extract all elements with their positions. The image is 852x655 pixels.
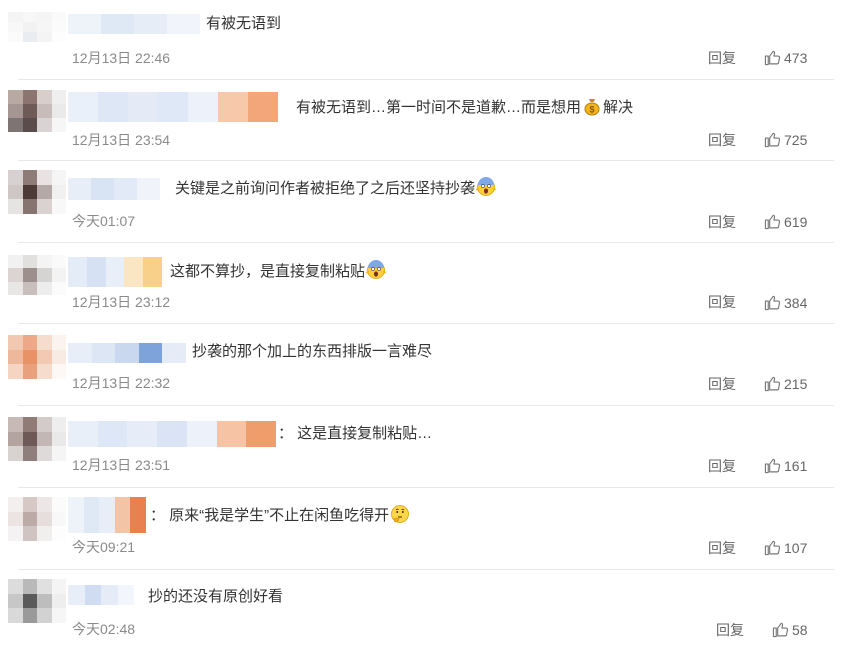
reply-button[interactable]: 回复	[708, 538, 736, 558]
like-button[interactable]: 58	[772, 621, 808, 638]
comment-item: 有被无语到…第一时间不是道歉…而是想用 $ 解决 12月13日 23:54 回复 7…	[0, 82, 852, 164]
divider	[18, 323, 834, 324]
reply-button[interactable]: 回复	[708, 456, 736, 476]
comment-text: 关键是之前询问作者被拒绝了之后还坚持抄袭	[175, 177, 497, 200]
comment-item: 抄的还没有原创好看 今天02:48 回复 58	[0, 573, 852, 655]
comment-item: 有被无语到 12月13日 22:46 回复 473	[0, 0, 852, 82]
comment-text: 这都不算抄，是直接复制粘贴	[170, 260, 387, 283]
like-button[interactable]: 725	[764, 131, 807, 148]
comment-text: 有被无语到	[206, 15, 282, 32]
like-button[interactable]: 619	[764, 213, 807, 230]
thumbs-up-icon	[772, 622, 789, 638]
username-blurred[interactable]	[68, 178, 160, 200]
thinking-face-icon	[391, 505, 410, 523]
avatar[interactable]	[8, 335, 66, 379]
like-button[interactable]: 107	[764, 539, 807, 556]
avatar[interactable]	[8, 90, 66, 132]
divider	[18, 160, 834, 161]
divider	[18, 405, 834, 406]
like-count: 161	[784, 457, 808, 474]
comment-time: 12月13日 23:54	[72, 132, 171, 148]
comment-text: 有被无语到…第一时间不是道歉…而是想用 $ 解决	[296, 96, 633, 119]
like-button[interactable]: 161	[764, 457, 807, 474]
username-blurred[interactable]	[68, 92, 278, 122]
username-blurred[interactable]	[68, 585, 134, 605]
like-count: 473	[784, 49, 808, 66]
thumbs-up-icon	[764, 295, 781, 311]
username-blurred[interactable]	[68, 257, 162, 287]
thumbs-up-icon	[764, 376, 781, 392]
like-button[interactable]: 473	[764, 49, 807, 66]
reply-button[interactable]: 回复	[716, 620, 744, 640]
comment-time: 12月13日 22:46	[72, 50, 171, 66]
comment-item: ： 这是直接复制粘贴… 12月13日 23:51 回复 161	[0, 409, 852, 491]
like-button[interactable]: 384	[764, 294, 807, 311]
like-count: 58	[792, 621, 808, 638]
divider	[18, 242, 834, 243]
comment-time: 12月13日 22:32	[72, 375, 171, 391]
comment-time: 今天01:07	[72, 213, 136, 229]
username-blurred[interactable]	[68, 14, 200, 34]
comment-item: ： 原来“我是学生”不止在闲鱼吃得开 今天09:21 回复 107	[0, 491, 852, 573]
like-count: 107	[784, 539, 808, 556]
screaming-face-icon	[366, 260, 387, 279]
divider	[18, 79, 834, 80]
comment-item: 这都不算抄，是直接复制粘贴 12月13日 23:12 回复 384	[0, 245, 852, 327]
screaming-face-icon	[476, 177, 497, 196]
avatar[interactable]	[8, 497, 66, 541]
comment-time: 12月13日 23:12	[72, 294, 171, 310]
comment-time: 12月13日 23:51	[72, 457, 171, 473]
avatar[interactable]	[8, 417, 66, 461]
thumbs-up-icon	[764, 214, 781, 230]
avatar[interactable]	[8, 12, 66, 42]
thumbs-up-icon	[764, 50, 781, 66]
money-bag-icon: $	[584, 99, 600, 116]
thumbs-up-icon	[764, 458, 781, 474]
thumbs-up-icon	[764, 540, 781, 556]
username-blurred[interactable]	[68, 343, 186, 363]
divider	[18, 569, 834, 570]
like-count: 619	[784, 213, 808, 230]
comment-text: 抄袭的那个加上的东西排版一言难尽	[192, 343, 433, 360]
avatar[interactable]	[8, 579, 66, 623]
comment-item: 关键是之前询问作者被拒绝了之后还坚持抄袭 今天01:07 回复 619	[0, 164, 852, 246]
comment-text: ： 原来“我是学生”不止在闲鱼吃得开	[150, 504, 411, 527]
thumbs-up-icon	[764, 132, 781, 148]
like-count: 725	[784, 131, 808, 148]
username-blurred[interactable]	[68, 421, 277, 447]
avatar[interactable]	[8, 170, 66, 214]
username-blurred[interactable]	[68, 497, 146, 533]
like-button[interactable]: 215	[764, 375, 807, 392]
comment-item: 抄袭的那个加上的东西排版一言难尽 12月13日 22:32 回复 215	[0, 327, 852, 409]
like-count: 215	[784, 375, 808, 392]
comment-time: 今天09:21	[72, 539, 136, 555]
reply-button[interactable]: 回复	[708, 212, 736, 232]
divider	[18, 487, 834, 488]
reply-button[interactable]: 回复	[708, 48, 736, 68]
avatar[interactable]	[8, 255, 66, 295]
svg-text:$: $	[590, 105, 595, 115]
comment-text: ： 这是直接复制粘贴…	[278, 425, 433, 442]
reply-button[interactable]: 回复	[708, 292, 736, 312]
comment-time: 今天02:48	[72, 621, 136, 637]
like-count: 384	[784, 294, 808, 311]
comment-text: 抄的还没有原创好看	[148, 588, 284, 605]
reply-button[interactable]: 回复	[708, 130, 736, 150]
reply-button[interactable]: 回复	[708, 374, 736, 394]
